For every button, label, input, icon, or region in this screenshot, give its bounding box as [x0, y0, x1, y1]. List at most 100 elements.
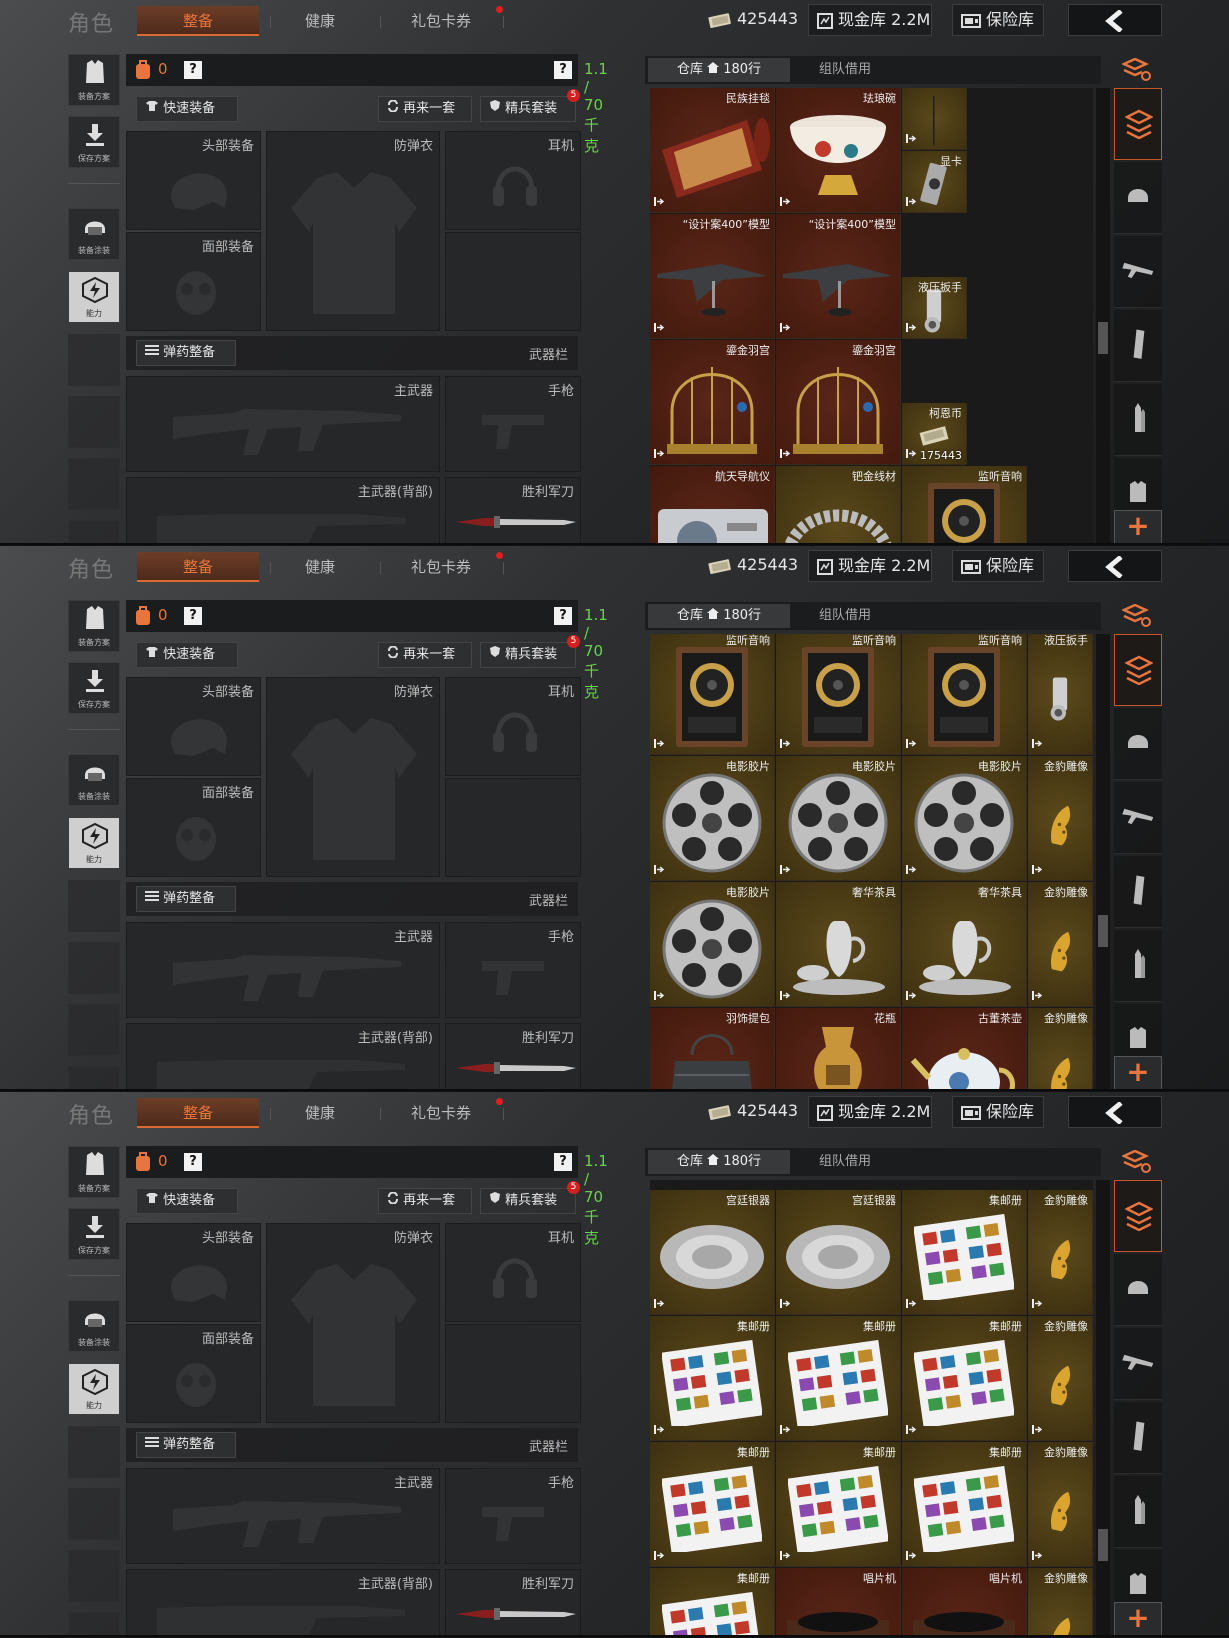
empty-gear-slot[interactable]: [445, 1324, 581, 1423]
body-armor-slot[interactable]: 防弹衣: [266, 677, 440, 877]
ability-button[interactable]: 能力: [68, 817, 120, 869]
warehouse-item[interactable]: 集邮册: [776, 1442, 901, 1567]
tab-health[interactable]: 健康: [280, 552, 360, 582]
scroll-thumb[interactable]: [1098, 1529, 1108, 1561]
warehouse-scrollbar[interactable]: [1096, 88, 1110, 543]
pistol-slot[interactable]: 手枪: [445, 922, 581, 1018]
category-ammo[interactable]: [1114, 930, 1162, 1002]
warehouse-item[interactable]: 电影胶片: [650, 882, 775, 1007]
warehouse-item[interactable]: 电影胶片: [776, 756, 901, 881]
tab-team-borrow[interactable]: 组队借用: [795, 604, 895, 628]
warehouse-item[interactable]: 唱片机: [902, 1568, 1027, 1635]
help-button[interactable]: ?: [184, 607, 202, 625]
warehouse-item[interactable]: 奢华茶具: [776, 882, 901, 1007]
warehouse-item[interactable]: 珐琅碗: [776, 88, 901, 213]
tab-health[interactable]: 健康: [280, 6, 360, 36]
save-plan-button[interactable]: 保存方案: [68, 1208, 120, 1260]
add-button[interactable]: +: [1114, 510, 1162, 543]
category-helmet[interactable]: [1114, 708, 1162, 780]
warehouse-item[interactable]: 唱片机: [776, 1568, 901, 1635]
warehouse-item[interactable]: 鎏金羽宫: [650, 340, 775, 465]
tab-loadout[interactable]: 整备: [137, 6, 259, 36]
category-rifle[interactable]: [1114, 782, 1162, 854]
help-button[interactable]: ?: [184, 1153, 202, 1171]
cash-vault-button[interactable]: 现金库 2.2M: [808, 4, 932, 36]
warehouse-item[interactable]: 鎏金羽宫: [776, 340, 901, 465]
warehouse-item[interactable]: 集邮册: [902, 1442, 1027, 1567]
back-button[interactable]: [1068, 550, 1162, 582]
tab-gift-cards[interactable]: 礼包卡券: [395, 552, 487, 582]
category-magazine[interactable]: [1114, 856, 1162, 928]
scroll-thumb[interactable]: [1098, 322, 1108, 354]
weight-help-button[interactable]: ?: [554, 1153, 572, 1171]
knife-slot[interactable]: 胜利军刀: [445, 477, 581, 543]
tab-warehouse[interactable]: 仓库 180行: [648, 604, 790, 628]
warehouse-item[interactable]: 奢华茶具: [902, 882, 1027, 1007]
warehouse-item[interactable]: 监听音响: [902, 634, 1027, 755]
elite-set-button[interactable]: 精兵套装 5: [480, 89, 580, 122]
elite-set-button[interactable]: 精兵套装 5: [480, 635, 580, 668]
add-button[interactable]: +: [1114, 1056, 1162, 1089]
warehouse-item[interactable]: 电影胶片: [650, 756, 775, 881]
back-button[interactable]: [1068, 1096, 1162, 1128]
warehouse-item[interactable]: 监听音响: [776, 634, 901, 755]
elite-set-button[interactable]: 精兵套装 5: [480, 1181, 580, 1214]
headset-slot[interactable]: 耳机: [445, 131, 581, 230]
body-armor-slot[interactable]: 防弹衣: [266, 131, 440, 331]
warehouse-item[interactable]: “设计案400”模型: [776, 214, 901, 339]
loadout-plan-button[interactable]: 装备方案: [68, 54, 120, 106]
tab-loadout[interactable]: 整备: [137, 1098, 259, 1128]
warehouse-item[interactable]: 金豹雕像: [1028, 1316, 1093, 1441]
warehouse-scrollbar[interactable]: [1096, 1180, 1110, 1635]
tab-loadout[interactable]: 整备: [137, 552, 259, 582]
warehouse-scrollbar[interactable]: [1096, 634, 1110, 1089]
warehouse-item[interactable]: 金豹雕像: [1028, 756, 1093, 881]
warehouse-item[interactable]: 集邮册: [650, 1568, 775, 1635]
safe-box-button[interactable]: 保险库: [952, 4, 1044, 36]
tab-team-borrow[interactable]: 组队借用: [795, 1150, 895, 1174]
warehouse-item[interactable]: 集邮册: [902, 1316, 1027, 1441]
face-gear-slot[interactable]: 面部装备: [126, 778, 261, 877]
add-button[interactable]: +: [1114, 1602, 1162, 1635]
equipment-paint-button[interactable]: 装备涂装: [68, 1300, 120, 1352]
ammo-prep-button[interactable]: 弹药整备: [136, 886, 236, 912]
warehouse-item[interactable]: 液压扳手: [902, 277, 967, 339]
warehouse-item[interactable]: 钯金线材: [776, 466, 901, 543]
warehouse-item[interactable]: 花瓶: [776, 1008, 901, 1089]
warehouse-item[interactable]: 柯恩币 175443: [902, 403, 967, 465]
weight-help-button[interactable]: ?: [554, 61, 572, 79]
ammo-prep-button[interactable]: 弹药整备: [136, 340, 236, 366]
warehouse-item[interactable]: 液压扳手: [1028, 634, 1093, 755]
safe-box-button[interactable]: 保险库: [952, 550, 1044, 582]
safe-box-button[interactable]: 保险库: [952, 1096, 1044, 1128]
tab-warehouse[interactable]: 仓库 180行: [648, 58, 790, 82]
quick-equip-button[interactable]: 快速装备: [136, 96, 238, 122]
warehouse-item[interactable]: 监听音响: [902, 466, 1027, 543]
ammo-prep-button[interactable]: 弹药整备: [136, 1432, 236, 1458]
weight-help-button[interactable]: ?: [554, 607, 572, 625]
quick-equip-button[interactable]: 快速装备: [136, 642, 238, 668]
category-magazine[interactable]: [1114, 1402, 1162, 1474]
empty-gear-slot[interactable]: [445, 778, 581, 877]
warehouse-item[interactable]: 集邮册: [902, 1190, 1027, 1315]
back-weapon-slot[interactable]: 主武器(背部): [126, 1569, 440, 1635]
back-weapon-slot[interactable]: 主武器(背部): [126, 1023, 440, 1089]
warehouse-item[interactable]: 金豹雕像: [1028, 882, 1093, 1007]
head-gear-slot[interactable]: 头部装备: [126, 1223, 261, 1322]
tab-gift-cards[interactable]: 礼包卡券: [395, 6, 487, 36]
ability-button[interactable]: 能力: [68, 1363, 120, 1415]
tab-health[interactable]: 健康: [280, 1098, 360, 1128]
category-all[interactable]: [1114, 1180, 1162, 1252]
warehouse-item[interactable]: 古董茶壶: [902, 1008, 1027, 1089]
primary-weapon-slot[interactable]: 主武器: [126, 376, 440, 472]
headset-slot[interactable]: 耳机: [445, 1223, 581, 1322]
warehouse-item[interactable]: 集邮册: [650, 1442, 775, 1567]
equip-again-button[interactable]: 再来一套: [378, 642, 472, 668]
warehouse-item[interactable]: 集邮册: [776, 1316, 901, 1441]
back-button[interactable]: [1068, 4, 1162, 36]
save-plan-button[interactable]: 保存方案: [68, 116, 120, 168]
warehouse-item[interactable]: 宫廷银器: [650, 1190, 775, 1315]
equipment-paint-button[interactable]: 装备涂装: [68, 754, 120, 806]
warehouse-item[interactable]: 民族挂毯: [650, 88, 775, 213]
warehouse-item[interactable]: [902, 88, 967, 150]
